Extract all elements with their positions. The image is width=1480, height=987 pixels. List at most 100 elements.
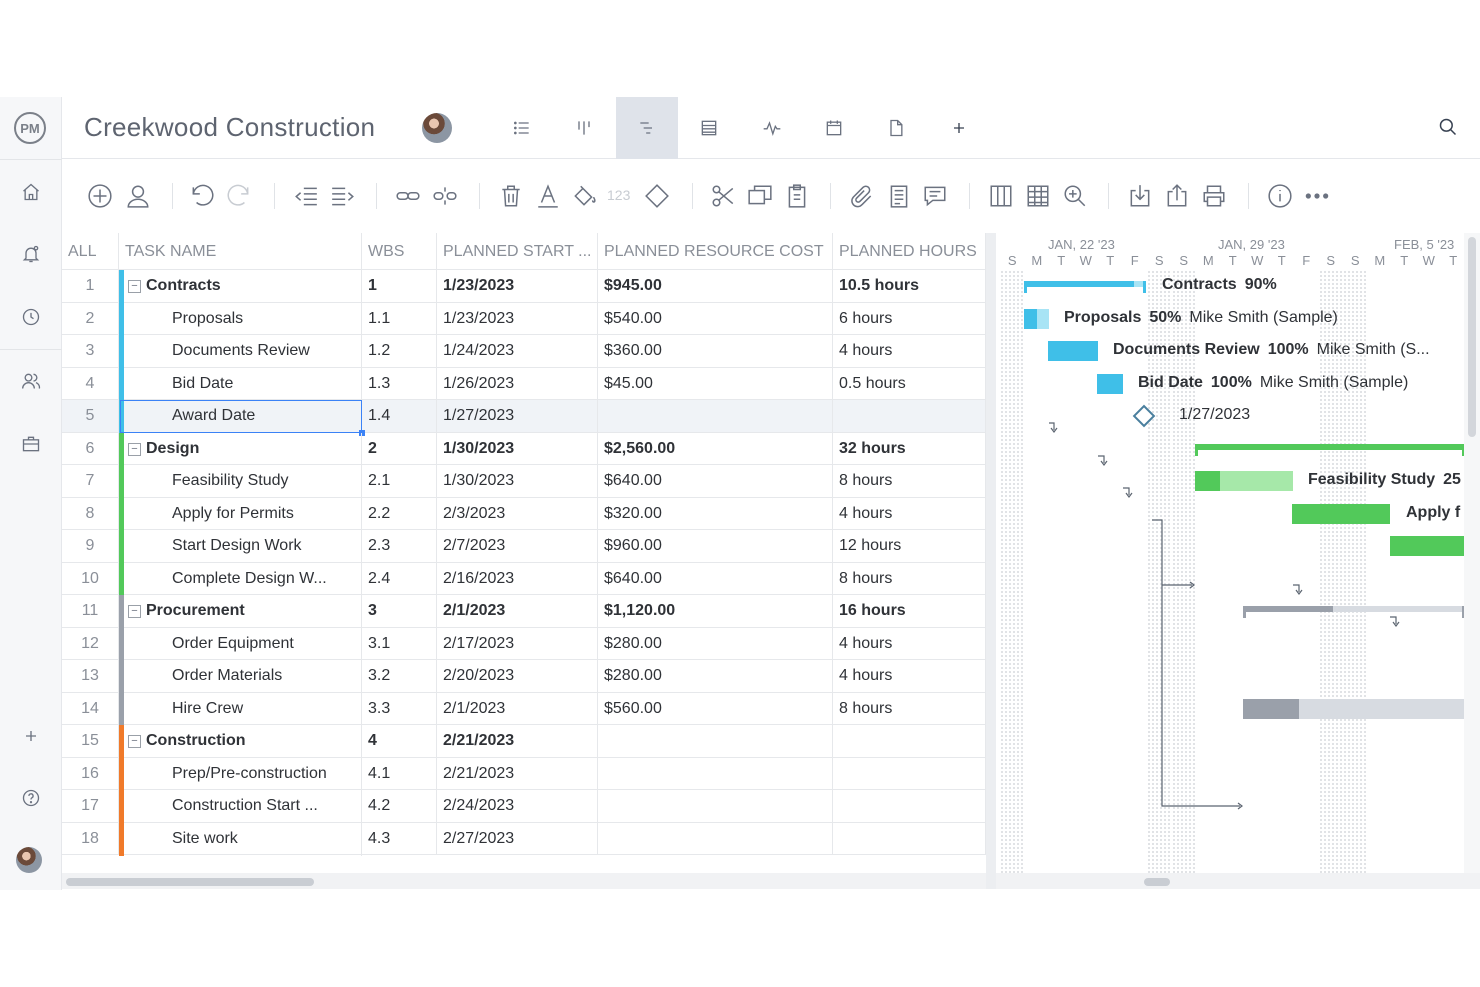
- row-number[interactable]: 10: [62, 562, 119, 595]
- planned-resource-cost-cell[interactable]: [598, 822, 833, 855]
- row-number[interactable]: 2: [62, 302, 119, 335]
- planned-resource-cost-cell[interactable]: $540.00: [598, 302, 833, 335]
- task-group-row[interactable]: 11 Procurement 3 2/1/2023 $1,120.00 16 hours −: [62, 595, 986, 628]
- wbs-cell[interactable]: 1.3: [362, 367, 437, 400]
- row-number[interactable]: 14: [62, 692, 119, 725]
- user-avatar[interactable]: [16, 847, 42, 873]
- task-name-cell[interactable]: Apply for Permits: [166, 498, 362, 530]
- planned-hours-cell[interactable]: [833, 757, 986, 790]
- planned-hours-cell[interactable]: [833, 725, 986, 757]
- planned-resource-cost-cell[interactable]: $2,560.00: [598, 432, 833, 465]
- planned-resource-cost-cell[interactable]: $640.00: [598, 465, 833, 497]
- table-row[interactable]: 9 Start Design Work 2.3 2/7/2023 $960.00 12 h…: [62, 530, 986, 563]
- task-bar[interactable]: [1292, 503, 1390, 524]
- wbs-cell[interactable]: 1.4: [362, 400, 437, 432]
- planned-resource-cost-cell[interactable]: $280.00: [598, 660, 833, 692]
- planned-start-cell[interactable]: 2/17/2023: [437, 627, 598, 660]
- text-color-icon[interactable]: [533, 181, 563, 211]
- planned-resource-cost-cell[interactable]: $45.00: [598, 367, 833, 400]
- planned-resource-cost-cell[interactable]: $360.00: [598, 335, 833, 367]
- pane-splitter[interactable]: [986, 233, 996, 889]
- table-row[interactable]: 12 Order Equipment 3.1 2/17/2023 $280.00 4 ho…: [62, 627, 986, 661]
- wbs-cell[interactable]: 1: [362, 270, 437, 302]
- planned-start-cell[interactable]: 2/24/2023: [437, 790, 598, 822]
- number-format-button[interactable]: 123: [607, 187, 630, 203]
- planned-resource-cost-cell[interactable]: $320.00: [598, 497, 833, 530]
- columns-icon[interactable]: [986, 181, 1016, 211]
- table-row[interactable]: 3 Documents Review 1.2 1/24/2023 $360.00 4 ho…: [62, 335, 986, 368]
- col-all[interactable]: ALL: [62, 233, 119, 270]
- wbs-cell[interactable]: 3.3: [362, 692, 437, 725]
- row-number[interactable]: 12: [62, 627, 119, 660]
- wbs-cell[interactable]: 4.3: [362, 822, 437, 855]
- planned-start-cell[interactable]: 2/21/2023: [437, 725, 598, 757]
- planned-start-cell[interactable]: 2/1/2023: [437, 595, 598, 627]
- planned-resource-cost-cell[interactable]: $945.00: [598, 270, 833, 302]
- task-bar[interactable]: [1243, 698, 1464, 719]
- planned-hours-cell[interactable]: 32 hours: [833, 432, 986, 465]
- wbs-cell[interactable]: 3.2: [362, 660, 437, 692]
- task-name-cell[interactable]: Order Equipment: [166, 628, 362, 660]
- planned-resource-cost-cell[interactable]: [598, 757, 833, 790]
- row-number[interactable]: 17: [62, 790, 119, 822]
- table-row[interactable]: 16 Prep/Pre-construction 4.1 2/21/2023: [62, 757, 986, 791]
- tab-sheet-view[interactable]: [678, 97, 740, 159]
- print-icon[interactable]: [1199, 181, 1229, 211]
- planned-hours-cell[interactable]: 4 hours: [833, 497, 986, 530]
- attachment-paperclip-icon[interactable]: [847, 181, 877, 211]
- wbs-cell[interactable]: 2.3: [362, 530, 437, 562]
- collapse-toggle-icon[interactable]: −: [128, 442, 141, 456]
- planned-start-cell[interactable]: 2/27/2023: [437, 822, 598, 855]
- export-share-icon[interactable]: [1162, 181, 1192, 211]
- planned-start-cell[interactable]: 1/23/2023: [437, 270, 598, 302]
- milestone-diamond-icon[interactable]: [642, 181, 672, 211]
- task-name-cell[interactable]: Contracts: [140, 270, 362, 302]
- import-icon[interactable]: [1125, 181, 1155, 211]
- summary-bar[interactable]: [1243, 606, 1464, 618]
- planned-resource-cost-cell[interactable]: $1,120.00: [598, 595, 833, 627]
- planned-resource-cost-cell[interactable]: $280.00: [598, 627, 833, 660]
- task-name-cell[interactable]: Hire Crew: [166, 693, 362, 725]
- planned-resource-cost-cell[interactable]: $560.00: [598, 692, 833, 725]
- task-name-cell[interactable]: Proposals: [166, 303, 362, 335]
- table-row[interactable]: 7 Feasibility Study 2.1 1/30/2023 $640.00 8 h…: [62, 465, 986, 498]
- collapse-toggle-icon[interactable]: −: [128, 605, 141, 618]
- planned-resource-cost-cell[interactable]: [598, 790, 833, 822]
- planned-start-cell[interactable]: 1/23/2023: [437, 302, 598, 335]
- collapse-toggle-icon[interactable]: −: [128, 280, 141, 293]
- planned-start-cell[interactable]: 1/24/2023: [437, 335, 598, 367]
- task-bar[interactable]: [1097, 373, 1123, 394]
- table-grid-icon[interactable]: [1023, 181, 1053, 211]
- task-name-cell[interactable]: Order Materials: [166, 660, 362, 692]
- planned-hours-cell[interactable]: 8 hours: [833, 465, 986, 497]
- row-number[interactable]: 13: [62, 660, 119, 692]
- wbs-cell[interactable]: 4: [362, 725, 437, 757]
- task-name-cell[interactable]: Construction Start ...: [166, 790, 362, 822]
- row-number[interactable]: 8: [62, 497, 119, 530]
- row-number[interactable]: 15: [62, 725, 119, 757]
- planned-hours-cell[interactable]: 10.5 hours: [833, 270, 986, 302]
- planned-start-cell[interactable]: 1/27/2023: [437, 400, 598, 432]
- indent-icon[interactable]: [328, 181, 358, 211]
- row-number[interactable]: 16: [62, 757, 119, 790]
- wbs-cell[interactable]: 3.1: [362, 627, 437, 660]
- project-title[interactable]: Creekwood Construction: [84, 112, 375, 143]
- row-number[interactable]: 9: [62, 530, 119, 562]
- planned-start-cell[interactable]: 1/30/2023: [437, 465, 598, 497]
- tab-add-view[interactable]: [928, 97, 990, 159]
- planned-start-cell[interactable]: 1/26/2023: [437, 367, 598, 400]
- wbs-cell[interactable]: 2: [362, 432, 437, 465]
- tab-gantt-view[interactable]: [616, 97, 678, 159]
- portfolio-briefcase-icon[interactable]: [16, 429, 46, 459]
- task-group-row[interactable]: 1 Contracts 1 1/23/2023 $945.00 10.5 hours −: [62, 270, 986, 303]
- team-users-icon[interactable]: [16, 366, 46, 396]
- task-name-cell[interactable]: Complete Design W...: [166, 563, 362, 595]
- task-name-cell[interactable]: Bid Date: [166, 368, 362, 400]
- table-row[interactable]: 13 Order Materials 3.2 2/20/2023 $280.00 4 ho…: [62, 660, 986, 693]
- wbs-cell[interactable]: 2.4: [362, 562, 437, 595]
- wbs-cell[interactable]: 4.2: [362, 790, 437, 822]
- task-name-cell[interactable]: Documents Review: [166, 335, 362, 367]
- search-icon[interactable]: [1438, 117, 1460, 139]
- row-number[interactable]: 6: [62, 432, 119, 465]
- recent-clock-icon[interactable]: [16, 302, 46, 332]
